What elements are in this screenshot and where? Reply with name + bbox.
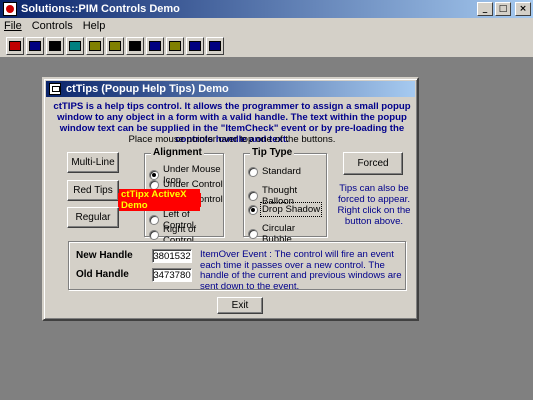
app-icon [3, 2, 17, 16]
radio-button[interactable] [248, 166, 258, 177]
radio-button[interactable] [248, 204, 258, 215]
toolbar-button-table[interactable] [66, 36, 84, 55]
toolbar-button-book[interactable] [86, 36, 104, 55]
exit-button-label: Exit [231, 300, 249, 311]
old-handle-field: 3473780 [152, 268, 192, 282]
radio-button[interactable] [149, 179, 159, 190]
book-icon [109, 40, 121, 51]
barcode-icon [129, 40, 141, 51]
menu-file[interactable]: File [4, 20, 22, 32]
handles-group: New Handle 3801532 Old Handle 3473780 It… [68, 241, 406, 292]
toolbar-button-app[interactable] [6, 36, 24, 55]
alignment-label: Alignment [151, 147, 204, 158]
toolbar-button-book[interactable] [106, 36, 124, 55]
radio-label: Drop Shadow [259, 202, 323, 217]
app-title: Solutions::PIM Controls Demo [21, 3, 180, 15]
old-handle-label: Old Handle [76, 269, 129, 280]
dialog-titlebar: ctTips (Popup Help Tips) Demo [46, 81, 415, 97]
app-titlebar: Solutions::PIM Controls Demo _ □ × [0, 0, 533, 18]
window-icon [209, 40, 221, 51]
dialog-window-icon [49, 83, 61, 95]
tip-standard-option[interactable]: Standard [248, 166, 301, 177]
radio-label: Standard [262, 166, 301, 177]
tip-type-group: Tip Type Standard Thought Balloon Drop S… [243, 147, 327, 245]
menubar: File Controls Help [0, 18, 533, 34]
grid-icon [29, 40, 41, 51]
menu-help[interactable]: Help [83, 20, 106, 32]
new-handle-field: 3801532 [152, 249, 192, 263]
new-handle-label: New Handle [76, 250, 133, 261]
popup-tip-text: ctTipx ActiveX Demo [119, 189, 200, 211]
close-button[interactable]: × [515, 2, 531, 16]
toolbar-button-grid[interactable] [26, 36, 44, 55]
tip-drop-shadow-option[interactable]: Drop Shadow [248, 202, 323, 217]
toolbar-button-window[interactable] [186, 36, 204, 55]
forced-button[interactable]: Forced [343, 152, 403, 175]
maximize-button[interactable]: □ [495, 2, 511, 16]
toolbar-button-columns[interactable] [46, 36, 64, 55]
red-tips-button[interactable]: Red Tips [67, 180, 119, 201]
event-description: ItemOver Event : The control will fire a… [200, 249, 402, 292]
toolbar-button-chart[interactable] [146, 36, 164, 55]
columns-icon [49, 40, 61, 51]
exit-button[interactable]: Exit [217, 297, 263, 314]
minimize-button[interactable]: _ [477, 2, 493, 16]
hint-text: Place mouse pointer over top one of the … [128, 134, 336, 145]
label-icon [169, 40, 181, 51]
book-icon [89, 40, 101, 51]
tip-type-label: Tip Type [250, 147, 295, 158]
regular-button[interactable]: Regular [67, 207, 119, 228]
app-icon [9, 40, 21, 51]
radio-button[interactable] [248, 191, 258, 201]
toolbar-button-barcode[interactable] [126, 36, 144, 55]
toolbar-button-label[interactable] [166, 36, 184, 55]
menu-controls[interactable]: Controls [32, 20, 73, 32]
toolbar [0, 34, 533, 58]
window-controls: _ □ × [477, 2, 531, 16]
multiline-button[interactable]: Multi-Line [67, 152, 119, 173]
window-icon [189, 40, 201, 51]
radio-button[interactable] [248, 229, 258, 239]
chart-icon [149, 40, 161, 51]
toolbar-button-window[interactable] [206, 36, 224, 55]
popup-tip: ctTipx ActiveX Demo [118, 189, 201, 211]
table-icon [69, 40, 81, 51]
radio-button[interactable] [149, 230, 159, 240]
forced-note: Tips can also be forced to appear. Right… [337, 183, 411, 227]
dialog-title: ctTips (Popup Help Tips) Demo [66, 83, 229, 95]
tips-demo-dialog: ctTips (Popup Help Tips) Demo ctTIPS is … [42, 77, 419, 321]
